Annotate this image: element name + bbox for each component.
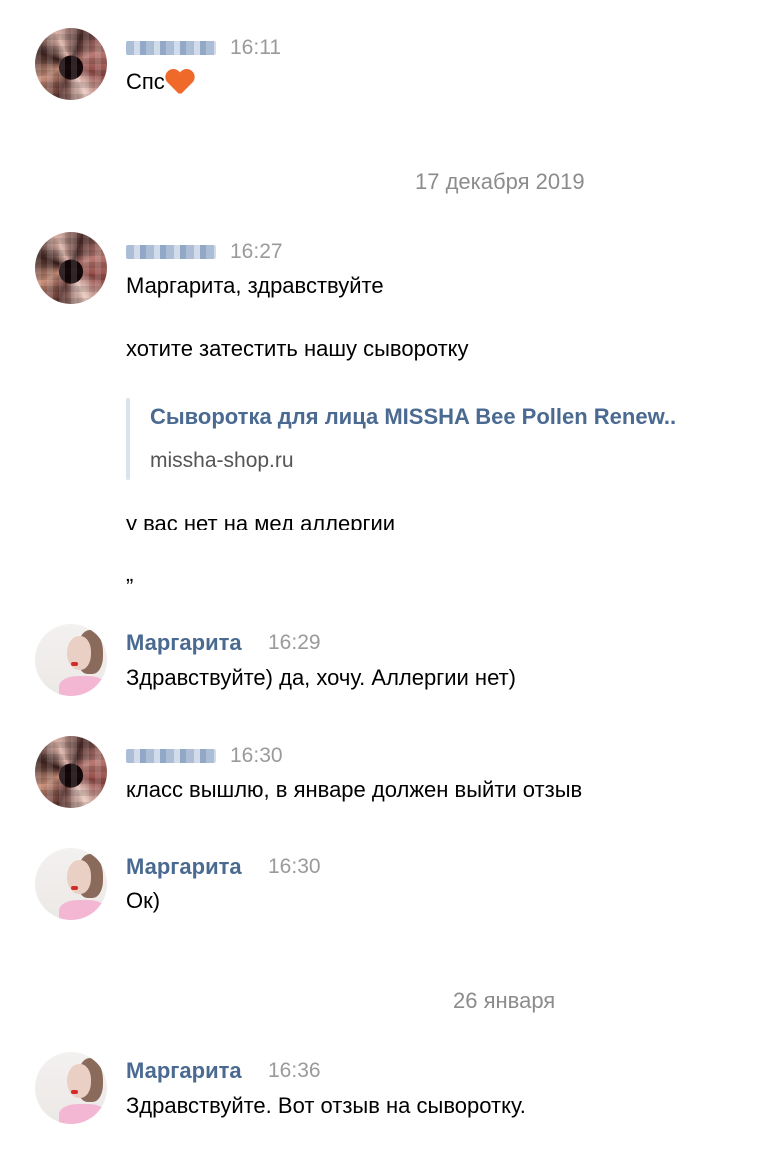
avatar-lips — [71, 886, 78, 890]
avatar-lips — [71, 1090, 78, 1094]
author-name[interactable]: Маргарита — [126, 630, 242, 656]
avatar-photo[interactable] — [35, 1052, 107, 1124]
message-time: 16:29 — [268, 631, 321, 654]
message-time: 16:27 — [230, 240, 283, 263]
avatar-shirt — [59, 1104, 107, 1124]
message-text: хотите затестить нашу сыворотку — [126, 336, 469, 361]
message-text: Маргарита, здравствуйте — [126, 273, 384, 298]
avatar-photo[interactable] — [35, 624, 107, 696]
avatar-pixelated[interactable] — [35, 28, 107, 100]
message-text-content: Спс — [126, 69, 165, 94]
link-preview-bar — [126, 398, 130, 480]
blurred-author-name[interactable] — [126, 749, 216, 763]
author-name[interactable]: Маргарита — [126, 1058, 242, 1084]
message-time: 16:30 — [230, 744, 283, 767]
avatar-lips — [71, 662, 78, 666]
message-text: Здравствуйте. Вот отзыв на сыворотку. — [126, 1093, 526, 1118]
author-name[interactable]: Маргарита — [126, 854, 242, 880]
avatar-pixelated[interactable] — [35, 232, 107, 304]
avatar-photo[interactable] — [35, 848, 107, 920]
blurred-author-name[interactable] — [126, 41, 216, 55]
link-preview-domain[interactable]: missha-shop.ru — [150, 449, 294, 473]
message-text: класс вышлю, в январе должен выйти отзыв — [126, 777, 583, 802]
blurred-author-name[interactable] — [126, 245, 216, 259]
avatar-pixelated[interactable] — [35, 736, 107, 808]
date-separator: 17 декабря 2019 — [415, 169, 585, 194]
message-text: Ок) — [126, 888, 161, 913]
avatar-shirt — [59, 676, 107, 696]
message-time: 16:36 — [268, 1059, 321, 1082]
clipped-message-line: у вас нет на мед аллергии — [126, 508, 726, 530]
message-time: 16:30 — [268, 855, 321, 878]
message-text: Спс — [126, 68, 195, 96]
message-time: 16:11 — [230, 36, 281, 59]
avatar-shirt — [59, 900, 107, 920]
stray-mark: „ — [126, 561, 134, 586]
message-text: Здравствуйте) да, хочу. Аллергии нет) — [126, 665, 516, 690]
date-separator: 26 января — [453, 988, 556, 1013]
clipped-message-text: у вас нет на мед аллергии — [126, 511, 396, 530]
link-preview-title[interactable]: Сыворотка для лица MISSHA Bee Pollen Ren… — [150, 404, 676, 430]
orange-heart-icon — [165, 68, 195, 94]
